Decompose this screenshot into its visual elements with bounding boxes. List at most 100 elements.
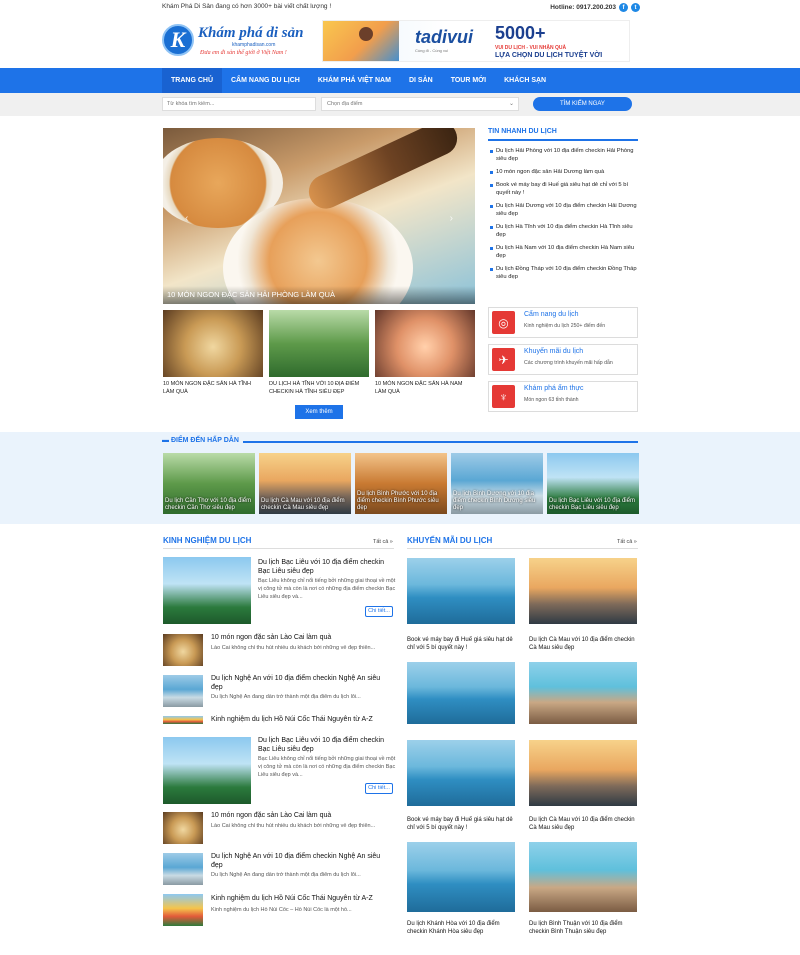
article-image[interactable] <box>163 675 203 707</box>
thumb-caption[interactable]: 10 MÓN NGON ĐẶC SẢN HÀ NAM LÀM QUÀ <box>375 381 475 396</box>
search-button[interactable]: TÌM KIẾM NGAY <box>533 97 632 111</box>
thumb-image[interactable] <box>269 310 369 377</box>
promo-title[interactable]: Du lịch Cà Mau với 10 địa điểm checkin C… <box>529 636 639 652</box>
kinh-nghiem-all-link[interactable]: Tất cả » <box>373 539 393 545</box>
promo-image[interactable] <box>529 662 637 724</box>
facebook-icon[interactable]: f <box>619 3 628 12</box>
article-image[interactable] <box>163 634 203 666</box>
article-title[interactable]: 10 món ngon đặc sản Lào Cai làm quà <box>211 633 391 642</box>
chevron-down-icon: ⌄ <box>508 101 514 107</box>
ad-banner[interactable]: tadivui Cùng đi - Cùng vui 5000+ VUI DU … <box>322 20 630 62</box>
more-button[interactable]: Xem thêm <box>295 405 343 419</box>
feature-box-title: Khuyến mãi du lịch <box>524 348 584 355</box>
article-desc: Kinh nghiệm du lịch Hồ Núi Cốc – Hồ Núi … <box>211 907 352 913</box>
feature-box-khuyen-mai[interactable]: ✈ Khuyến mãi du lịch Các chương trình kh… <box>488 344 638 375</box>
promo-image[interactable] <box>529 740 637 806</box>
featured-image[interactable] <box>163 557 251 624</box>
destinations-title: ▬ ĐIỂM ĐẾN HẤP DẪN <box>162 437 243 444</box>
thumb-image[interactable] <box>375 310 475 377</box>
article-desc: Du lịch Nghệ An đang dần trở thành một đ… <box>211 694 361 700</box>
featured-title[interactable]: Du lịch Bạc Liêu với 10 địa điểm checkin… <box>258 558 393 576</box>
destination-caption: Du lịch Cần Thơ với 10 địa điểm checkin … <box>165 498 252 511</box>
featured-desc: Bạc Liêu không chỉ nổi tiếng bởi những g… <box>258 578 396 600</box>
destination-caption: Du lịch Bình Dương với 10 địa điểm check… <box>453 491 536 511</box>
hero-slider[interactable]: ‹ › 10 MÓN NGON ĐẶC SẢN HẢI PHÒNG LÀM QU… <box>163 128 475 304</box>
main-nav: TRANG CHỦ CẨM NANG DU LỊCH KHÁM PHÁ VIỆT… <box>0 68 800 93</box>
chevron-left-icon[interactable]: ‹ <box>185 213 188 224</box>
destination-card[interactable]: Du lịch Cà Mau với 10 địa điểm checkin C… <box>259 453 351 514</box>
promo-title[interactable]: Du lịch Bình Thuận với 10 địa điểm check… <box>529 920 639 936</box>
news-link[interactable]: Du lịch Hải Dương với 10 địa điểm checki… <box>488 202 638 218</box>
read-more-button[interactable]: Chi tiết... <box>365 783 393 794</box>
featured-title[interactable]: Du lịch Bạc Liêu với 10 địa điểm checkin… <box>258 736 393 754</box>
banner-headline: 5000+ <box>495 23 546 43</box>
destination-card[interactable]: Du lịch Bình Dương với 10 địa điểm check… <box>451 453 543 514</box>
location-select[interactable]: Chọn địa điểm ⌄ <box>321 97 519 111</box>
nav-kham-pha[interactable]: KHÁM PHÁ VIỆT NAM <box>309 68 400 93</box>
chevron-right-icon[interactable]: › <box>450 213 453 224</box>
banner-brand: tadivui Cùng đi - Cùng vui <box>415 27 473 53</box>
thumb-caption[interactable]: 10 MÓN NGON ĐẶC SẢN HÀ TĨNH LÀM QUÀ <box>163 381 263 396</box>
feature-box-title: Cẩm nang du lịch <box>524 311 579 318</box>
feature-box-sub: Kinh nghiệm du lịch 250+ điểm đến <box>524 323 606 329</box>
nav-cam-nang[interactable]: CẨM NANG DU LỊCH <box>222 68 309 93</box>
hotline: Hotline: 0917.200.203 <box>550 4 616 11</box>
feature-box-am-thuc[interactable]: ♆ Khám phá ẩm thực Món ngon 63 tỉnh thàn… <box>488 381 638 412</box>
section-divider <box>163 548 394 549</box>
promo-image[interactable] <box>407 558 515 624</box>
hero-image-spoon <box>303 128 463 215</box>
khuyen-mai-all-link[interactable]: Tất cả » <box>617 539 637 545</box>
article-title[interactable]: Du lịch Nghệ An với 10 địa điểm checkin … <box>211 852 391 870</box>
camera-icon: ◎ <box>492 311 515 334</box>
promo-title[interactable]: Du lịch Cà Mau với 10 địa điểm checkin C… <box>529 816 639 832</box>
news-link[interactable]: Du lịch Đồng Tháp với 10 địa điểm checki… <box>488 265 638 281</box>
nav-khach-san[interactable]: KHÁCH SẠN <box>495 68 555 93</box>
promo-image[interactable] <box>529 842 637 912</box>
feature-box-sub: Món ngon 63 tỉnh thành <box>524 397 579 403</box>
banner-line2: LỰA CHỌN DU LỊCH TUYỆT VỜI <box>495 52 603 59</box>
article-image[interactable] <box>163 894 203 926</box>
nav-tour-moi[interactable]: TOUR MỚI <box>442 68 495 93</box>
destination-card[interactable]: Du lịch Bạc Liêu với 10 địa điểm checkin… <box>547 453 639 514</box>
promo-image[interactable] <box>529 558 637 624</box>
destination-card[interactable]: Du lịch Bình Phước với 10 địa điểm check… <box>355 453 447 514</box>
news-link[interactable]: Du lịch Hà Tĩnh với 10 địa điểm checkin … <box>488 223 638 239</box>
promo-title[interactable]: Book vé máy bay đi Huế giá siêu hạt dẻ c… <box>407 636 517 652</box>
site-logo[interactable]: K Khám phá di sản khamphadisan.com Đưa e… <box>162 22 312 62</box>
article-title[interactable]: Kinh nghiệm du lịch Hồ Núi Cốc Thái Nguy… <box>211 894 391 903</box>
banner-brand-sub: Cùng đi - Cùng vui <box>415 48 449 53</box>
promo-image[interactable] <box>407 842 515 912</box>
article-title[interactable]: Kinh nghiệm du lịch Hồ Núi Cốc Thái Nguy… <box>211 715 391 724</box>
featured-image[interactable] <box>163 737 251 804</box>
article-image[interactable] <box>163 716 203 724</box>
news-link[interactable]: 10 món ngon đặc sản Hải Dương làm quà <box>488 168 638 176</box>
news-link[interactable]: Du lịch Hà Nam với 10 địa điểm checkin H… <box>488 244 638 260</box>
destination-card[interactable]: Du lịch Cần Thơ với 10 địa điểm checkin … <box>163 453 255 514</box>
thumb-caption[interactable]: DU LỊCH HÀ TĨNH VỚI 10 ĐỊA ĐIỂM CHECKIN … <box>269 381 369 396</box>
feature-box-cam-nang[interactable]: ◎ Cẩm nang du lịch Kinh nghiệm du lịch 2… <box>488 307 638 338</box>
article-title[interactable]: Du lịch Nghệ An với 10 địa điểm checkin … <box>211 674 391 692</box>
twitter-icon[interactable]: t <box>631 3 640 12</box>
promo-title[interactable]: Du lịch Khánh Hòa với 10 địa điểm checki… <box>407 920 517 936</box>
news-link[interactable]: Du lịch Hải Phòng với 10 địa điểm checki… <box>488 147 638 163</box>
article-desc: Lào Cai không chỉ thu hút nhiều du khách… <box>211 823 376 829</box>
promo-title[interactable]: Book vé máy bay đi Huế giá siêu hạt dẻ c… <box>407 816 517 832</box>
thumb-image[interactable] <box>163 310 263 377</box>
nav-home[interactable]: TRANG CHỦ <box>162 68 222 93</box>
banner-photo <box>323 21 399 61</box>
article-image[interactable] <box>163 812 203 844</box>
feature-box-title: Khám phá ẩm thực <box>524 385 584 392</box>
article-title[interactable]: 10 món ngon đặc sản Lào Cai làm quà <box>211 811 391 820</box>
article-image[interactable] <box>163 853 203 885</box>
banner-brand-name: tadivui <box>415 27 474 47</box>
khuyen-mai-title: KHUYẾN MÃI DU LỊCH <box>407 536 493 545</box>
ticket-icon: ✈ <box>492 348 515 371</box>
nav-di-san[interactable]: DI SẢN <box>400 68 442 93</box>
promo-image[interactable] <box>407 662 515 724</box>
destinations-title-text: ĐIỂM ĐẾN HẤP DẪN <box>170 437 239 444</box>
read-more-button[interactable]: Chi tiết... <box>365 606 393 617</box>
search-input[interactable] <box>162 97 316 111</box>
hero-caption[interactable]: 10 MÓN NGON ĐẶC SẢN HẢI PHÒNG LÀM QUÀ <box>163 286 475 304</box>
promo-image[interactable] <box>407 740 515 806</box>
news-link[interactable]: Book vé máy bay đi Huế giá siêu hạt dẻ c… <box>488 181 638 197</box>
